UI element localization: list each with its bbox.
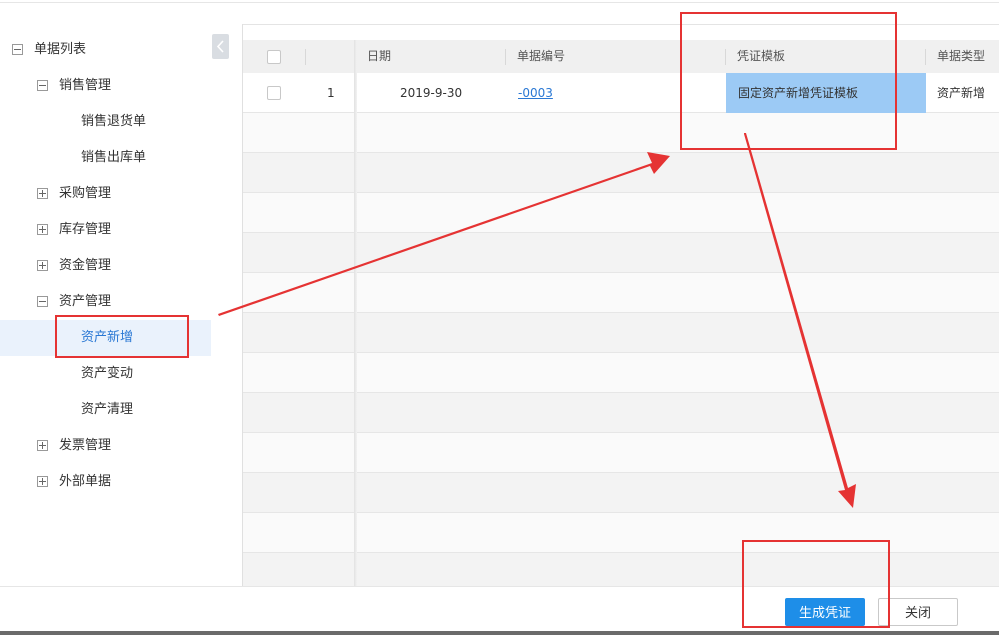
tree-node-asset-add[interactable]: 资产新增 <box>0 320 211 356</box>
expand-icon[interactable] <box>37 260 48 271</box>
expand-icon[interactable] <box>37 188 48 199</box>
tree-label-asset-change: 资产变动 <box>81 366 134 381</box>
tree-node-asset-clear[interactable]: 资产清理 <box>0 392 212 428</box>
cell-doc-no-link[interactable]: -0003 <box>518 73 553 113</box>
header-separator <box>725 49 726 65</box>
document-grid: 日期 单据编号 凭证模板 单据类型 1 2019-9-30 -0003 固定资产… <box>242 24 999 586</box>
tree-label-external: 外部单据 <box>59 474 112 489</box>
tree-node-sales-outbound[interactable]: 销售出库单 <box>0 140 212 176</box>
grid-toolbar <box>243 24 999 41</box>
tree-label-purchase: 采购管理 <box>59 186 112 201</box>
header-separator <box>505 49 506 65</box>
tree-node-purchase[interactable]: 采购管理 <box>0 176 212 212</box>
expand-icon[interactable] <box>37 224 48 235</box>
select-all-checkbox[interactable] <box>267 50 281 64</box>
collapse-icon[interactable] <box>12 44 23 55</box>
tree-label-inventory: 库存管理 <box>59 222 112 237</box>
row-index: 1 <box>327 86 335 100</box>
tree-label-root: 单据列表 <box>34 42 87 57</box>
header-separator <box>925 49 926 65</box>
header-separator <box>305 49 306 65</box>
document-tree: 单据列表 销售管理 销售退货单 销售出库单 采购管理 库存管理 资金管理 资产管… <box>0 0 242 586</box>
column-header-voucher-template[interactable]: 凭证模板 <box>737 40 785 73</box>
tree-label-sales: 销售管理 <box>59 78 112 93</box>
collapse-icon[interactable] <box>37 80 48 91</box>
cell-doc-type: 资产新增 <box>937 86 986 100</box>
tree-node-assets[interactable]: 资产管理 <box>0 284 212 320</box>
column-header-doc-type[interactable]: 单据类型 <box>937 40 985 73</box>
tree-node-funds[interactable]: 资金管理 <box>0 248 212 284</box>
tree-node-asset-change[interactable]: 资产变动 <box>0 356 212 392</box>
tree-label-asset-clear: 资产清理 <box>81 402 134 417</box>
cell-date: 2019-9-30 <box>400 86 463 100</box>
tree-node-root[interactable]: 单据列表 <box>0 32 212 68</box>
tree-label-asset-add: 资产新增 <box>81 330 134 345</box>
tree-node-inventory[interactable]: 库存管理 <box>0 212 212 248</box>
tree-node-invoice[interactable]: 发票管理 <box>0 428 212 464</box>
tree-node-sales-return[interactable]: 销售退货单 <box>0 104 212 140</box>
column-header-date[interactable]: 日期 <box>367 40 391 73</box>
column-header-doc-no[interactable]: 单据编号 <box>517 40 565 73</box>
action-bar: 生成凭证 关闭 <box>0 586 999 636</box>
tree-label-assets: 资产管理 <box>59 294 112 309</box>
bottom-edge <box>0 631 999 635</box>
tree-label-funds: 资金管理 <box>59 258 112 273</box>
tree-label-invoice: 发票管理 <box>59 438 112 453</box>
collapse-icon[interactable] <box>37 296 48 307</box>
tree-label-sales-outbound: 销售出库单 <box>81 150 147 165</box>
collapse-panel-button[interactable] <box>212 34 229 59</box>
cell-voucher-template: 固定资产新增凭证模板 <box>738 86 859 100</box>
generate-voucher-button[interactable]: 生成凭证 <box>785 598 865 626</box>
expand-icon[interactable] <box>37 476 48 487</box>
frozen-column-divider <box>354 40 357 586</box>
tree-label-sales-return: 销售退货单 <box>81 114 147 129</box>
tree-node-sales[interactable]: 销售管理 <box>0 68 212 104</box>
cell-voucher-template-selected[interactable]: 固定资产新增凭证模板 <box>726 73 926 113</box>
chevron-left-icon <box>216 40 224 53</box>
close-button[interactable]: 关闭 <box>878 598 958 626</box>
tree-node-external[interactable]: 外部单据 <box>0 464 212 500</box>
row-checkbox[interactable] <box>267 86 281 100</box>
expand-icon[interactable] <box>37 440 48 451</box>
